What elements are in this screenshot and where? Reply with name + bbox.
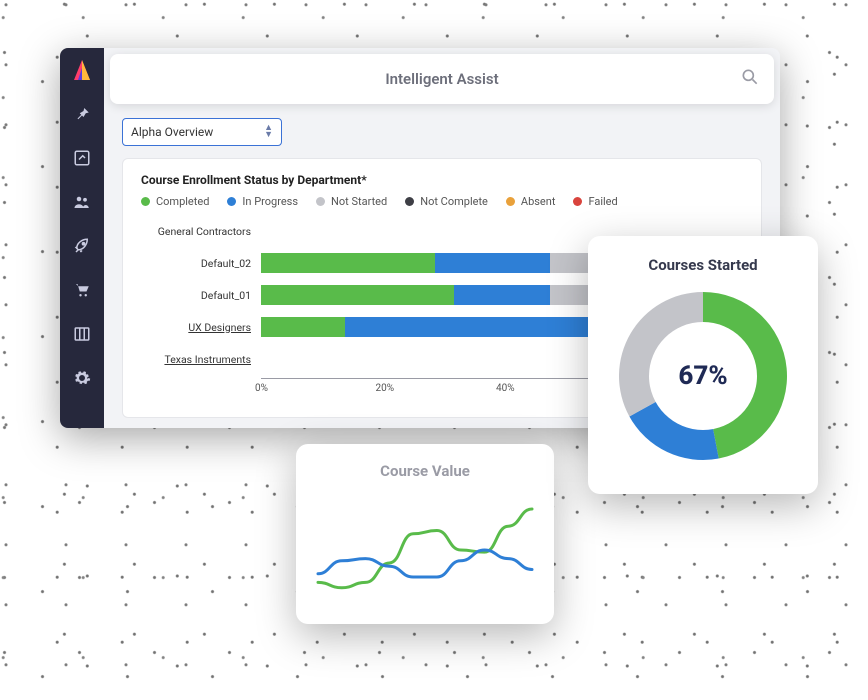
nav-cart-icon[interactable]	[60, 270, 104, 310]
search-placeholder: Intelligent Assist	[385, 70, 498, 88]
overview-dropdown[interactable]: Alpha Overview ▲▼	[122, 118, 282, 146]
legend-item-absent[interactable]: Absent	[506, 195, 556, 208]
legend-label: Not Complete	[420, 195, 488, 208]
xaxis-tick: 0%	[255, 383, 376, 394]
bar-row-label: Default_01	[141, 289, 261, 302]
line-chart	[312, 490, 538, 614]
donut-chart: 67%	[615, 288, 791, 464]
legend-swatch	[506, 197, 515, 206]
enrollment-title: Course Enrollment Status by Department*	[141, 173, 743, 187]
courses-started-card: Courses Started 67%	[588, 236, 818, 494]
bar-segment-completed[interactable]	[261, 253, 435, 273]
legend-swatch	[141, 197, 150, 206]
nav-settings-icon[interactable]	[60, 358, 104, 398]
legend-swatch	[316, 197, 325, 206]
nav-pin-icon[interactable]	[60, 94, 104, 134]
legend-label: Absent	[521, 195, 556, 208]
courses-started-title: Courses Started	[648, 256, 757, 274]
legend-label: Completed	[156, 195, 209, 208]
course-value-card: Course Value	[296, 444, 554, 624]
bar-segment-completed[interactable]	[261, 285, 454, 305]
app-logo	[70, 58, 94, 82]
legend-label: In Progress	[242, 195, 298, 208]
search-icon	[740, 67, 760, 91]
bar-segment-inprogress[interactable]	[454, 285, 550, 305]
legend-label: Not Started	[331, 195, 387, 208]
legend-swatch	[227, 197, 236, 206]
legend-item-failed[interactable]: Failed	[573, 195, 617, 208]
bar-row-label: Default_02	[141, 257, 261, 270]
bar-row-label: UX Designers	[141, 321, 261, 334]
legend-item-inprogress[interactable]: In Progress	[227, 195, 298, 208]
course-value-title: Course Value	[380, 462, 470, 480]
bar-row-label: General Contractors	[141, 225, 261, 238]
legend-item-completed[interactable]: Completed	[141, 195, 209, 208]
legend-swatch	[405, 197, 414, 206]
bar-segment-inprogress[interactable]	[435, 253, 551, 273]
nav-edit-icon[interactable]	[60, 138, 104, 178]
legend-item-notstarted[interactable]: Not Started	[316, 195, 387, 208]
bar-row-label: Texas Instruments	[141, 353, 261, 366]
donut-center-label: 67%	[649, 322, 757, 430]
sidebar	[60, 48, 104, 428]
dropdown-selected: Alpha Overview	[131, 125, 213, 139]
legend-swatch	[573, 197, 582, 206]
legend-item-notcomplete[interactable]: Not Complete	[405, 195, 488, 208]
bar-segment-completed[interactable]	[261, 317, 345, 337]
nav-columns-icon[interactable]	[60, 314, 104, 354]
dropdown-caret-icon: ▲▼	[264, 125, 273, 139]
nav-users-icon[interactable]	[60, 182, 104, 222]
search-bar[interactable]: Intelligent Assist	[110, 54, 774, 104]
enrollment-legend: Completed In Progress Not Started Not Compl…	[141, 195, 743, 208]
nav-launch-icon[interactable]	[60, 226, 104, 266]
legend-label: Failed	[588, 195, 617, 208]
line-series-series-b[interactable]	[318, 550, 532, 577]
xaxis-tick: 20%	[376, 383, 497, 394]
